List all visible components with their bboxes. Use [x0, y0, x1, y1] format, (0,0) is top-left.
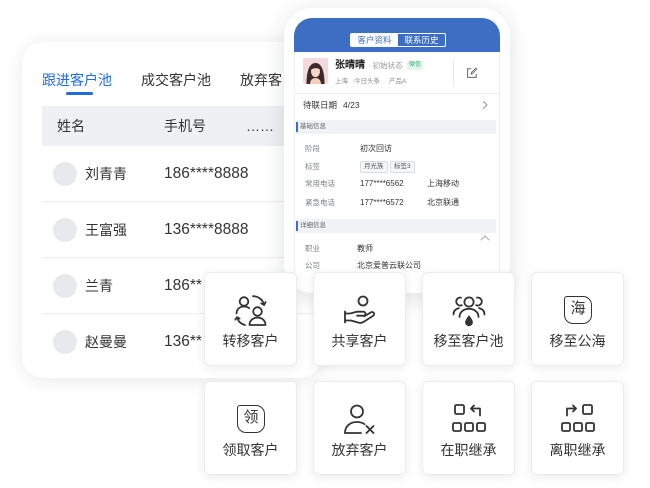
- user-group-pool-icon: [451, 292, 487, 328]
- crm-feature-showcase: 跟进客户池 成交客户池 放弃客 姓名 手机号 …… 刘青青 186****888…: [0, 0, 650, 488]
- move-to-public-sea-button[interactable]: 海 移至公海: [531, 272, 624, 366]
- customer-city: 上海: [335, 78, 348, 85]
- customer-avatar: [303, 58, 328, 84]
- field-label-emergency-phone: 紧急电话: [305, 198, 335, 207]
- customer-tag[interactable]: 月光族: [360, 161, 388, 173]
- table-row[interactable]: 刘青青 186****8888: [42, 146, 322, 202]
- inherit-active-icon: [451, 401, 487, 437]
- table-header: 姓名 手机号 ……: [42, 106, 322, 146]
- transfer-customer-button[interactable]: 转移客户: [204, 272, 297, 366]
- section-header-detail: 详细信息: [296, 219, 496, 233]
- customer-name: 张晴晴: [335, 60, 365, 71]
- avatar: [53, 218, 77, 242]
- sea-glyph-icon: 海: [560, 292, 596, 328]
- column-header-more: ……: [246, 118, 274, 134]
- customer-status: · 初始状态: [368, 61, 403, 70]
- tab-follow-up-pool[interactable]: 跟进客户池: [42, 70, 112, 90]
- field-label-phone: 常用电话: [305, 179, 335, 188]
- section-title: 基础信息: [300, 123, 326, 130]
- column-header-name: 姓名: [57, 118, 85, 134]
- action-label: 在职继承: [440, 442, 497, 458]
- field-value-emergency-carrier: 北京联通: [427, 198, 459, 207]
- active-tab-indicator: [66, 92, 93, 95]
- section-accent-bar: [296, 122, 298, 132]
- field-value-stage: 初次回访: [360, 144, 392, 153]
- claim-customer-button[interactable]: 领 领取客户: [204, 381, 297, 475]
- customer-phone: 136****8888: [164, 221, 249, 238]
- customer-phone: 186****8888: [164, 165, 249, 182]
- table-row[interactable]: 王富强 136****8888: [42, 202, 322, 258]
- inherit-resigned-icon: [560, 401, 596, 437]
- abandon-customer-button[interactable]: 放弃客户: [313, 381, 406, 475]
- action-label: 移至客户池: [433, 333, 504, 349]
- customer-name: 刘青青: [85, 166, 127, 182]
- customer-name: 王富强: [85, 222, 127, 238]
- divider: [453, 60, 454, 86]
- avatar: [53, 330, 77, 354]
- claim-glyph: 领: [237, 405, 265, 433]
- customer-phone: 136**: [164, 333, 202, 350]
- tab-customer-profile[interactable]: 客户资料: [351, 34, 398, 46]
- avatar: [53, 162, 77, 186]
- sea-glyph: 海: [564, 296, 592, 324]
- field-value-company: 北京爱普云联公司: [357, 261, 421, 270]
- hand-share-icon: [342, 292, 378, 328]
- section-accent-bar: [296, 221, 298, 231]
- customer-tag[interactable]: 标签3: [390, 161, 415, 173]
- action-label: 共享客户: [331, 333, 388, 349]
- action-label: 移至公海: [549, 333, 606, 349]
- transfer-users-icon: [233, 292, 269, 328]
- detail-tab-switch: 客户资料 联系历史: [350, 33, 446, 47]
- field-value-phone[interactable]: 177****6562: [360, 178, 404, 190]
- avatar: [53, 274, 77, 298]
- next-contact-date[interactable]: 4/23: [343, 99, 360, 111]
- section-header-basic: 基础信息: [296, 120, 496, 134]
- action-label: 放弃客户: [331, 442, 388, 458]
- action-label: 离职继承: [549, 442, 606, 458]
- tab-deal-pool[interactable]: 成交客户池: [141, 70, 211, 90]
- share-customer-button[interactable]: 共享客户: [313, 272, 406, 366]
- divider: [294, 93, 500, 94]
- inherit-resigned-button[interactable]: 离职继承: [531, 381, 624, 475]
- edit-icon[interactable]: [466, 67, 478, 79]
- field-label-stage: 阶段: [305, 144, 320, 153]
- field-label-job: 职业: [305, 244, 320, 253]
- tab-abandoned-pool[interactable]: 放弃客: [240, 70, 282, 90]
- tab-contact-history[interactable]: 联系历史: [398, 34, 445, 46]
- customer-name: 兰青: [85, 278, 113, 294]
- customer-name: 赵曼曼: [85, 334, 127, 350]
- field-value-phone-carrier: 上海移动: [427, 179, 459, 188]
- chevron-right-icon[interactable]: [481, 100, 489, 110]
- customer-phone: 186**: [164, 277, 202, 294]
- chevron-up-icon[interactable]: [480, 235, 490, 241]
- next-contact-label: 待联日期: [303, 100, 338, 110]
- move-to-pool-button[interactable]: 移至客户池: [422, 272, 515, 366]
- column-header-phone: 手机号: [164, 118, 206, 134]
- source-badge: 微信: [407, 61, 424, 70]
- action-label: 领取客户: [222, 442, 279, 458]
- field-label-company: 公司: [305, 261, 320, 270]
- claim-glyph-icon: 领: [233, 401, 269, 437]
- field-label-tags: 标签: [305, 162, 320, 171]
- inherit-active-button[interactable]: 在职继承: [422, 381, 515, 475]
- user-remove-icon: [342, 401, 378, 437]
- section-title: 详细信息: [300, 222, 326, 229]
- customer-source: 今日头条: [354, 78, 380, 85]
- customer-product: 产品A: [389, 78, 407, 85]
- customer-detail-phone: 客户资料 联系历史 张晴晴 · 初始状态 微信 上海 今日头条 产品A 待联日期…: [284, 8, 510, 293]
- action-label: 转移客户: [222, 333, 279, 349]
- field-value-job: 教师: [357, 244, 373, 253]
- field-value-emergency-phone[interactable]: 177****6572: [360, 197, 404, 209]
